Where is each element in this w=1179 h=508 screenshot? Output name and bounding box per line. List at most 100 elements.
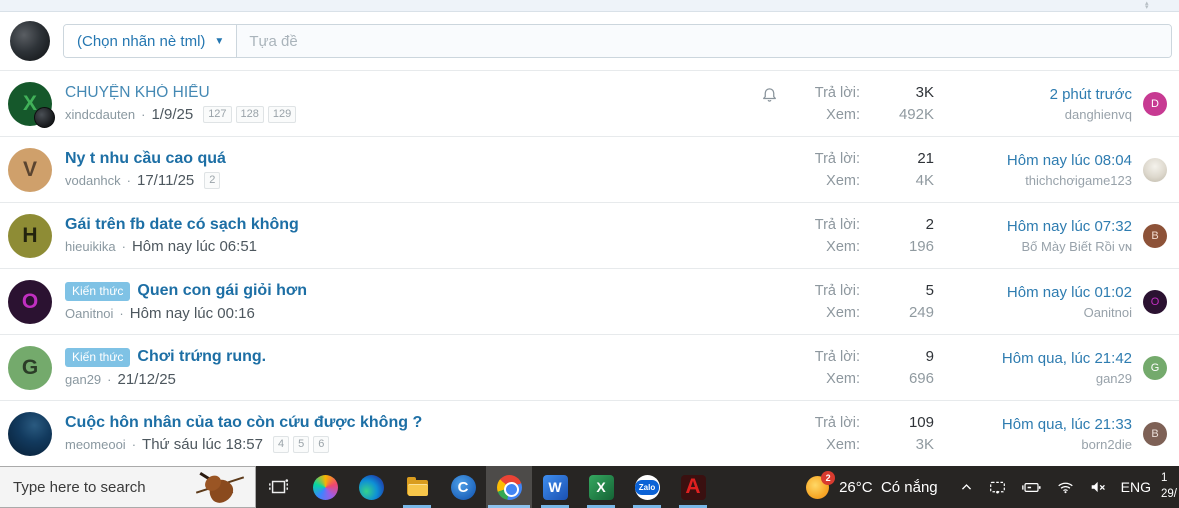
last-post-info: Hôm qua, lúc 21:33 born2die	[964, 416, 1132, 452]
last-post-time-link[interactable]: 2 phút trước	[964, 86, 1132, 103]
chevron-up-icon[interactable]	[960, 481, 973, 494]
avatar-letter: X	[22, 91, 37, 115]
last-post-time-link[interactable]: Hôm nay lúc 01:02	[964, 284, 1132, 301]
thread-author-avatar[interactable]: O	[8, 279, 52, 324]
last-poster-avatar[interactable]: B	[1143, 223, 1167, 248]
meta-separator: ·	[131, 437, 137, 452]
page-badge[interactable]: 6	[313, 436, 330, 453]
filter-bar: (Chọn nhãn nè tml) ▼	[0, 12, 1179, 70]
excel-icon[interactable]: X	[578, 466, 624, 508]
thread-author-avatar[interactable]: V	[8, 147, 52, 192]
watch-bell-icon[interactable]	[752, 71, 786, 108]
thread-author[interactable]: xindcdauten	[65, 107, 135, 122]
acrobat-icon[interactable]: A	[670, 466, 716, 508]
thread-date[interactable]: 17/11/25	[137, 172, 194, 189]
taskbar-clock[interactable]: 1 29/	[1161, 471, 1179, 502]
last-post-time-link[interactable]: Hôm nay lúc 08:04	[964, 152, 1132, 169]
thread-label-badge[interactable]: Kiến thức	[65, 281, 131, 301]
last-post-user: gan29	[1095, 370, 1132, 386]
thread-title-link[interactable]: Cuộc hôn nhân của tao còn cứu được không…	[65, 414, 422, 432]
last-post-time-link[interactable]: Hôm nay lúc 07:32	[964, 218, 1132, 235]
watch-bell-icon[interactable]	[752, 335, 786, 372]
avatar-letter: D	[1151, 97, 1159, 110]
page-badge[interactable]: 128	[235, 106, 264, 123]
last-post-info: Hôm qua, lúc 21:42 gan29	[964, 350, 1132, 386]
thread-date[interactable]: 21/12/25	[118, 371, 176, 388]
page-badge[interactable]: 4	[273, 436, 290, 453]
battery-icon[interactable]	[1021, 481, 1041, 494]
thread-stats: Trả lời: 5 Xem: 249	[786, 282, 934, 321]
page-badge[interactable]: 5	[293, 436, 310, 453]
clock-date: 29/	[1161, 488, 1177, 500]
clock-time: 1	[1161, 472, 1168, 485]
thread-title-link[interactable]: Quen con gái giỏi hơn	[137, 282, 307, 300]
label-select-dropdown[interactable]: (Chọn nhãn nè tml) ▼	[64, 25, 238, 57]
meta-separator: ·	[126, 173, 131, 188]
page-badge[interactable]: 127	[203, 106, 232, 123]
last-poster-avatar[interactable]: O	[1143, 289, 1167, 314]
taskbar-search-input[interactable]: Type here to search	[0, 466, 256, 508]
weather-widget[interactable]: 2 26°C Có nắng	[806, 470, 938, 499]
thread-title-link[interactable]: CHUYỆN KHÓ HIỂU	[65, 84, 210, 102]
thread-author-avatar[interactable]: G	[8, 345, 52, 390]
last-post-time-link[interactable]: Hôm qua, lúc 21:33	[964, 416, 1132, 433]
thread-author-avatar[interactable]: H	[8, 213, 52, 258]
cast-icon[interactable]	[989, 480, 1006, 495]
notification-badge: 2	[821, 470, 836, 485]
taskbar-right: 2 26°C Có nắng ENG 1 29/	[806, 466, 1179, 508]
coc-coc-icon[interactable]: C	[440, 466, 486, 508]
last-post-info: 2 phút trước danghienvq	[964, 86, 1132, 122]
watch-bell-icon[interactable]	[752, 401, 786, 438]
last-poster-avatar[interactable]: B	[1143, 421, 1167, 446]
word-icon[interactable]: W	[532, 466, 578, 508]
page-badge[interactable]: 129	[267, 106, 297, 123]
thread-author-avatar[interactable]	[8, 411, 52, 456]
volume-muted-icon[interactable]	[1090, 480, 1107, 494]
chrome-icon[interactable]	[486, 466, 532, 508]
file-explorer-icon[interactable]	[394, 466, 440, 508]
language-indicator[interactable]: ENG	[1121, 479, 1151, 495]
thread-author[interactable]: Oanitnoi	[65, 306, 113, 321]
thread-label-badge[interactable]: Kiến thức	[65, 347, 131, 367]
views-label: Xem:	[826, 370, 860, 387]
thread-title-link[interactable]: Chơi trứng rung.	[137, 348, 266, 366]
watch-bell-icon[interactable]	[752, 137, 786, 174]
last-poster-avatar[interactable]: D	[1143, 91, 1167, 116]
replies-label: Trả lời:	[814, 414, 860, 431]
label-select-text: (Chọn nhãn nè tml)	[77, 32, 206, 50]
zalo-icon[interactable]: Zalo	[624, 466, 670, 508]
thread-title-link[interactable]: Gái trên fb date có sạch không	[65, 216, 299, 234]
replies-label: Trả lời:	[814, 348, 860, 365]
avatar-letter: O	[1150, 295, 1160, 308]
last-poster-avatar[interactable]: G	[1143, 355, 1167, 380]
current-user-avatar[interactable]	[10, 21, 50, 61]
copilot-icon[interactable]	[302, 466, 348, 508]
last-post-time-link[interactable]: Hôm qua, lúc 21:42	[964, 350, 1132, 367]
violin-search-highlight-icon[interactable]	[195, 470, 247, 508]
weather-text: 26°C Có nắng	[839, 478, 938, 496]
views-count: 3K	[915, 436, 934, 453]
thread-author[interactable]: meomeooi	[65, 437, 126, 452]
page-badge[interactable]: 2	[204, 172, 221, 189]
thread-author[interactable]: vodanhck	[65, 173, 121, 188]
thread-date[interactable]: Hôm nay lúc 06:51	[132, 238, 257, 255]
page-badges: 456	[273, 436, 330, 453]
thread-date[interactable]: Hôm nay lúc 00:16	[130, 305, 255, 322]
meta-separator: ·	[107, 371, 112, 387]
title-search-input[interactable]	[237, 25, 1171, 57]
edge-icon[interactable]	[348, 466, 394, 508]
watch-bell-icon[interactable]	[752, 203, 786, 240]
task-view-icon[interactable]	[256, 466, 302, 508]
last-poster-avatar[interactable]	[1143, 157, 1167, 182]
views-label: Xem:	[826, 304, 860, 321]
thread-author[interactable]: hieuikika	[65, 239, 116, 254]
thread-title-link[interactable]: Ny t nhu cầu cao quá	[65, 150, 226, 168]
thread-author[interactable]: gan29	[65, 372, 101, 387]
last-post-user: thichchơigame123	[1025, 172, 1132, 188]
watch-bell-icon[interactable]	[752, 269, 786, 306]
thread-date[interactable]: Thứ sáu lúc 18:57	[142, 436, 263, 453]
thread-author-avatar[interactable]: X	[8, 81, 55, 128]
thread-date[interactable]: 1/9/25	[151, 106, 193, 123]
wifi-icon[interactable]	[1057, 481, 1074, 494]
views-label: Xem:	[826, 238, 860, 255]
